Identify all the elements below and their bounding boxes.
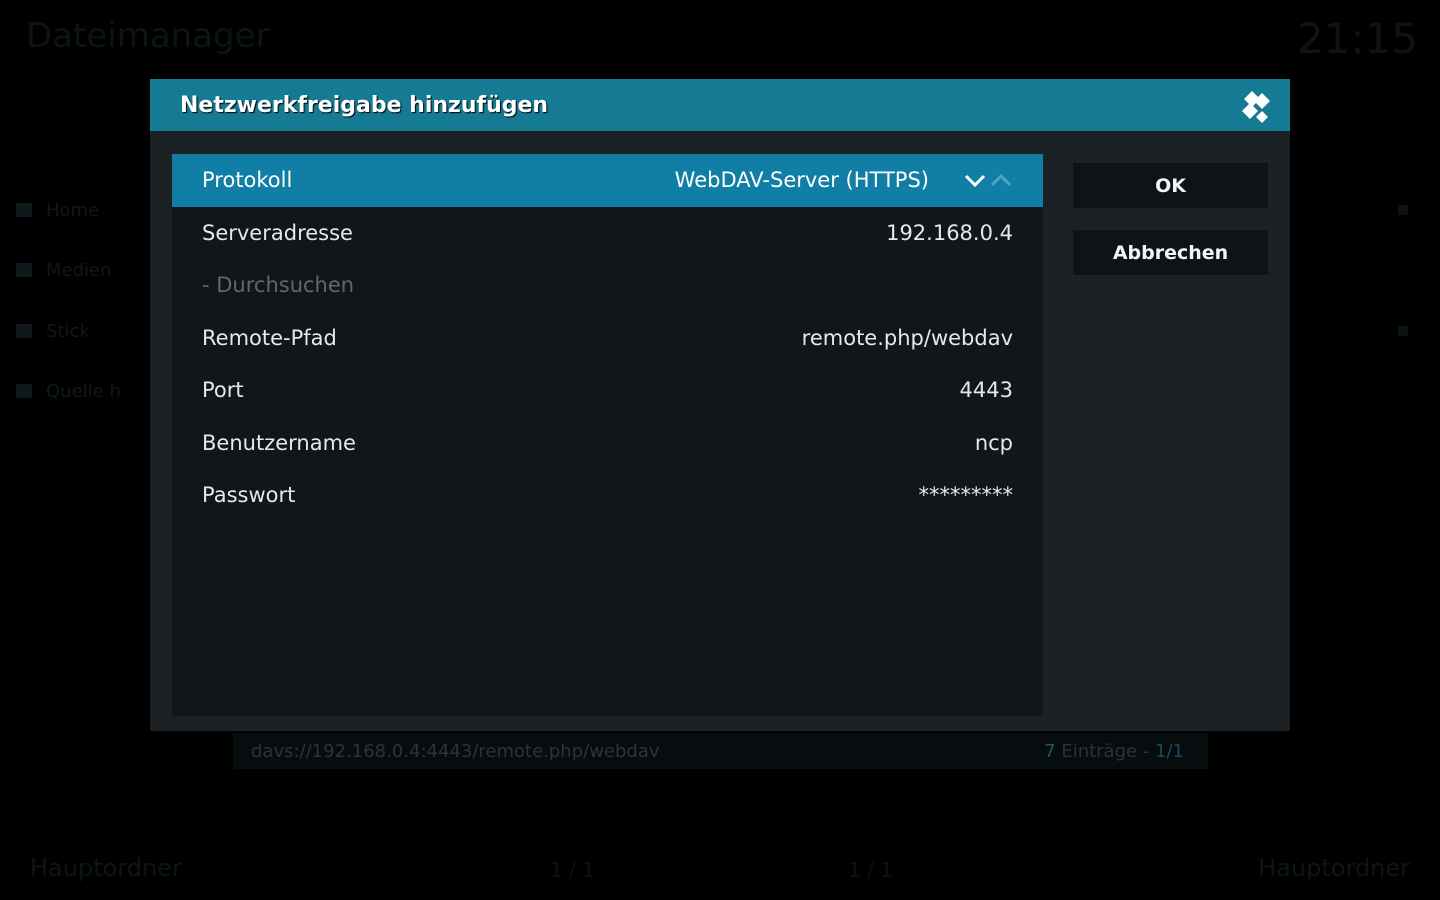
setting-label: - Durchsuchen — [202, 273, 355, 298]
item-count-suffix: Einträge - — [1055, 740, 1156, 762]
setting-label: Serveradresse — [202, 220, 353, 245]
setting-label: Port — [202, 378, 244, 403]
folder-icon — [16, 263, 32, 277]
source-item[interactable]: Stick — [16, 320, 90, 342]
chevron-down-icon[interactable] — [963, 172, 987, 188]
dialog-header: Netzwerkfreigabe hinzufügen — [150, 79, 1290, 131]
source-item[interactable]: Medien — [16, 259, 112, 281]
setting-value: ncp — [974, 430, 1013, 455]
setting-label: Passwort — [202, 483, 296, 508]
current-path: davs://192.168.0.4:4443/remote.php/webda… — [251, 740, 660, 762]
footer-left-label: Hauptordner — [30, 854, 182, 882]
setting-value: WebDAV-Server (HTTPS) — [674, 168, 929, 193]
folder-icon — [16, 203, 32, 217]
source-label: Stick — [46, 320, 90, 342]
setting-label: Protokoll — [202, 168, 293, 193]
footer-right-count: 1 / 1 — [848, 858, 893, 882]
dialog-buttons: OK Abbrechen — [1073, 163, 1268, 297]
ok-button[interactable]: OK — [1073, 163, 1268, 208]
source-label: Home — [46, 199, 100, 221]
item-count-number: 7 — [1044, 740, 1056, 762]
setting-label: Remote-Pfad — [202, 325, 337, 350]
source-item[interactable]: Quelle h — [16, 380, 121, 402]
setting-value: 192.168.0.4 — [886, 220, 1013, 245]
source-item[interactable]: Home — [16, 199, 100, 221]
add-network-share-dialog: Netzwerkfreigabe hinzufügen Protokoll We… — [150, 79, 1290, 731]
setting-username[interactable]: Benutzername ncp — [172, 417, 1043, 470]
setting-server-address[interactable]: Serveradresse 192.168.0.4 — [172, 207, 1043, 260]
setting-port[interactable]: Port 4443 — [172, 364, 1043, 417]
footer-left-count: 1 / 1 — [550, 858, 595, 882]
page-indicator: 1/1 — [1155, 740, 1184, 762]
source-label: Quelle h — [46, 380, 121, 402]
page-title: Dateimanager — [26, 16, 270, 56]
folder-icon — [16, 324, 32, 338]
folder-icon — [16, 384, 32, 398]
chevron-up-icon[interactable] — [989, 172, 1013, 188]
dialog-title: Netzwerkfreigabe hinzufügen — [180, 92, 549, 118]
footer-right-label: Hauptordner — [1258, 854, 1410, 882]
setting-password[interactable]: Passwort ********* — [172, 469, 1043, 522]
source-label: Medien — [46, 259, 112, 281]
scroll-marker — [1398, 326, 1408, 336]
setting-label: Benutzername — [202, 430, 356, 455]
setting-value: 4443 — [959, 378, 1013, 403]
spin-control — [963, 172, 1013, 188]
setting-browse: - Durchsuchen — [172, 259, 1043, 312]
setting-protocol[interactable]: Protokoll WebDAV-Server (HTTPS) — [172, 154, 1043, 207]
setting-remote-path[interactable]: Remote-Pfad remote.php/webdav — [172, 312, 1043, 365]
clock: 21:15 — [1296, 14, 1418, 63]
scroll-marker — [1398, 205, 1408, 215]
status-bar: davs://192.168.0.4:4443/remote.php/webda… — [233, 733, 1208, 769]
settings-list: Protokoll WebDAV-Server (HTTPS) Serverad… — [172, 154, 1043, 716]
setting-value: remote.php/webdav — [801, 325, 1013, 350]
item-count: 7 Einträge - 1/1 — [1044, 741, 1184, 762]
cancel-button[interactable]: Abbrechen — [1073, 230, 1268, 275]
setting-value: ********* — [918, 483, 1014, 508]
kodi-logo-icon — [1242, 91, 1270, 123]
